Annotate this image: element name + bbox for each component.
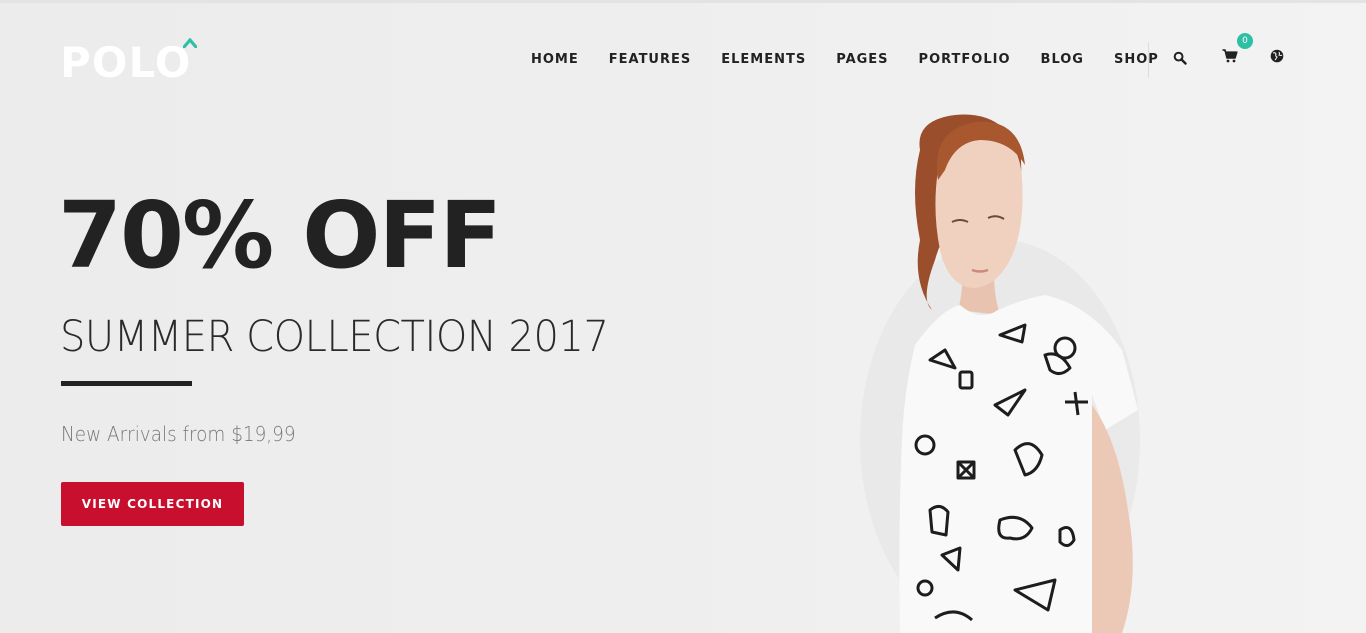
brand-logo[interactable]: POLO: [60, 42, 191, 84]
hero-divider: [61, 381, 192, 386]
model-photo: [860, 114, 1140, 633]
hero-slide: POLO HOME FEATURES ELEMENTS PAGES PORTFO…: [0, 0, 1366, 633]
globe-icon[interactable]: [1270, 49, 1284, 63]
main-nav: HOME FEATURES ELEMENTS PAGES PORTFOLIO B…: [516, 52, 1174, 68]
nav-item-portfolio[interactable]: PORTFOLIO: [904, 52, 1026, 68]
nav-divider: [1148, 42, 1149, 78]
top-border: [0, 0, 1366, 3]
cart-count-badge: 0: [1237, 33, 1253, 49]
search-icon[interactable]: [1173, 51, 1187, 65]
nav-item-features[interactable]: FEATURES: [594, 52, 707, 68]
hero-subheading: SUMMER COLLECTION 2017: [60, 312, 609, 362]
hero-tagline: New Arrivals from $19,99: [61, 422, 296, 446]
nav-item-shop[interactable]: SHOP: [1099, 52, 1174, 68]
view-collection-button[interactable]: VIEW COLLECTION: [61, 482, 244, 526]
nav-item-pages[interactable]: PAGES: [821, 52, 903, 68]
nav-item-blog[interactable]: BLOG: [1026, 52, 1099, 68]
nav-item-home[interactable]: HOME: [516, 52, 594, 68]
nav-item-elements[interactable]: ELEMENTS: [706, 52, 821, 68]
logo-caret-icon: [183, 38, 197, 48]
cart-icon[interactable]: [1222, 49, 1238, 63]
hero-headline: 70% OFF: [58, 182, 502, 289]
